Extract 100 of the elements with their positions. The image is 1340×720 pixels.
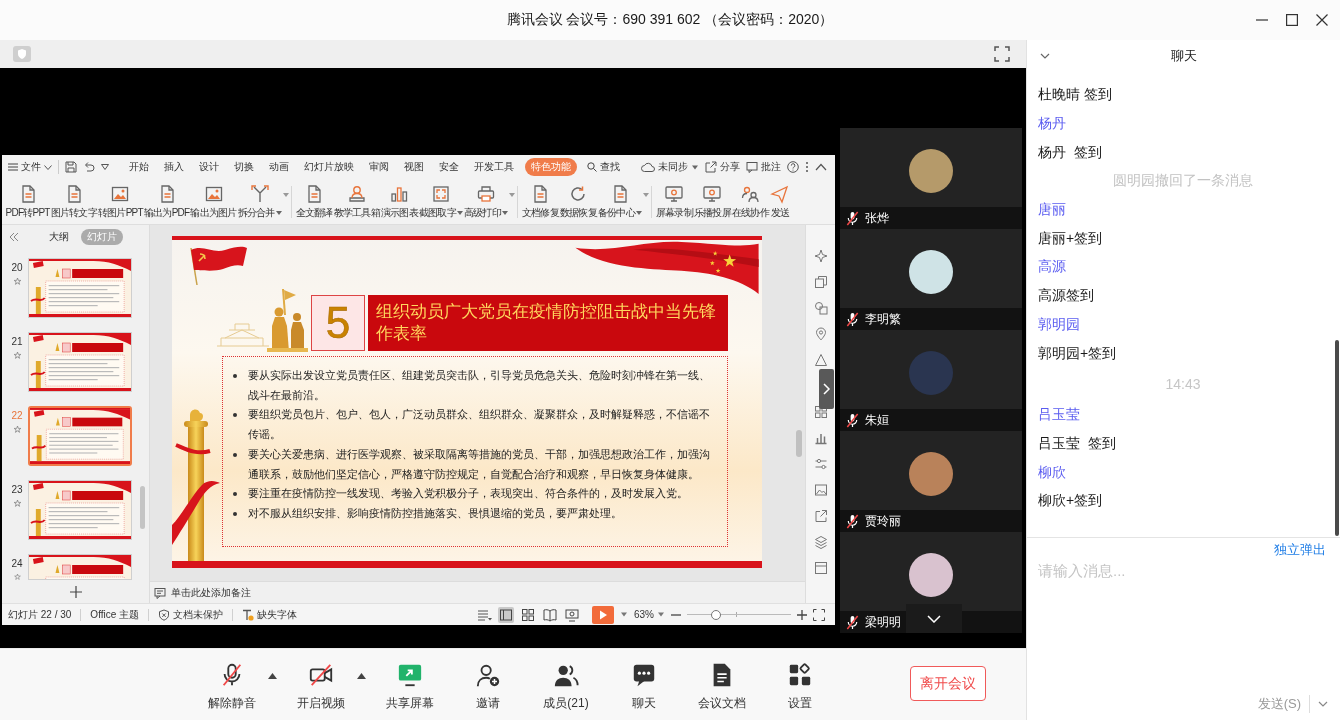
- toolbar-button[interactable]: 解除静音: [198, 649, 266, 712]
- ribbon-button[interactable]: 备份中心: [597, 184, 643, 219]
- slide-thumbnail[interactable]: [28, 332, 132, 392]
- caret-up-icon[interactable]: [815, 161, 827, 173]
- close-icon[interactable]: [1316, 14, 1328, 26]
- toolbar-button[interactable]: 邀请: [454, 649, 522, 712]
- theme-button[interactable]: Office 主题: [90, 607, 140, 622]
- sparkle-icon[interactable]: [813, 249, 828, 263]
- ribbon-button[interactable]: 拆分合并: [237, 184, 283, 219]
- book-view-icon[interactable]: [542, 606, 558, 623]
- caret-up-icon[interactable]: [268, 673, 277, 679]
- ribbon-button[interactable]: 演示图表: [380, 184, 419, 219]
- save-icon[interactable]: [65, 161, 77, 173]
- ribbon-button[interactable]: 乐播投屏: [693, 184, 732, 219]
- collapse-icon[interactable]: [9, 232, 19, 242]
- ribbon-button[interactable]: PDF转PPT: [5, 184, 51, 219]
- scrollbar-thumb[interactable]: [796, 430, 802, 457]
- caret-up-icon[interactable]: [357, 673, 366, 679]
- ribbon-button[interactable]: 屏幕录制: [655, 184, 694, 219]
- grid-view-icon[interactable]: [520, 606, 536, 623]
- toolbar-button[interactable]: 聊天: [610, 649, 678, 712]
- caret-down-icon[interactable]: [620, 612, 628, 617]
- more-icon[interactable]: [805, 161, 809, 173]
- menu-tab[interactable]: 设计: [191, 158, 226, 176]
- protection-button[interactable]: 文档未保护: [158, 607, 224, 622]
- play-icon[interactable]: [592, 605, 614, 624]
- undo-icon[interactable]: [83, 161, 95, 173]
- message-input[interactable]: 请输入消息...: [1027, 559, 1340, 687]
- slide-thumbnail[interactable]: [28, 406, 132, 466]
- triangle-icon[interactable]: [813, 353, 828, 367]
- layers-icon[interactable]: [813, 535, 828, 549]
- bullet-text: 要注重在疫情防控一线发现、考验入党积极分子，表现突出、符合条件的，及时发展入党。: [248, 486, 688, 502]
- ribbon-button[interactable]: 截图取字: [418, 184, 464, 219]
- ribbon-button[interactable]: 转图片PPT: [97, 184, 144, 219]
- normal-view-icon[interactable]: [498, 606, 514, 623]
- add-slide-icon[interactable]: [69, 585, 82, 598]
- menu-tab[interactable]: 插入: [156, 158, 191, 176]
- ribbon-button[interactable]: 高级打印: [463, 184, 509, 219]
- chevron-right-icon[interactable]: [819, 369, 834, 409]
- missing-fonts-button[interactable]: 缺失字体: [242, 607, 298, 622]
- notes-field[interactable]: 单击此处添加备注: [171, 584, 371, 601]
- shapes-icon[interactable]: [813, 301, 828, 315]
- fullscreen-icon[interactable]: [994, 46, 1010, 62]
- location-pin-icon[interactable]: [813, 327, 828, 341]
- menu-tab[interactable]: 动画: [261, 158, 296, 176]
- fit-window-icon[interactable]: [813, 608, 825, 621]
- ribbon-button[interactable]: 发送: [769, 184, 791, 219]
- scrollbar-thumb[interactable]: [1335, 340, 1339, 536]
- zoom-menu-button[interactable]: 63%: [634, 609, 665, 620]
- toolbar-button[interactable]: 会议文档: [688, 649, 756, 712]
- share-button[interactable]: 分享: [705, 158, 740, 176]
- image-icon[interactable]: [813, 483, 828, 497]
- popout-link[interactable]: 独立弹出: [1274, 541, 1326, 559]
- panel-tab[interactable]: 大纲: [43, 229, 75, 245]
- ribbon-button[interactable]: 数据恢复: [559, 184, 598, 219]
- chevron-down-icon[interactable]: [1318, 700, 1328, 707]
- window-icon[interactable]: [813, 561, 828, 575]
- sliders-icon[interactable]: [813, 457, 828, 471]
- ribbon-button[interactable]: 输出为PDF: [143, 184, 190, 219]
- menu-tab[interactable]: 安全: [431, 158, 466, 176]
- menu-tab[interactable]: 审阅: [361, 158, 396, 176]
- scrollbar-thumb[interactable]: [140, 486, 145, 529]
- menu-tab[interactable]: 切换: [226, 158, 261, 176]
- grid-icon[interactable]: [813, 405, 828, 419]
- list-icon[interactable]: [478, 607, 492, 622]
- copy-icon[interactable]: [813, 275, 828, 289]
- slide-thumbnail[interactable]: [28, 480, 132, 540]
- menu-tab[interactable]: 开始: [121, 158, 156, 176]
- chevron-down-icon[interactable]: [1040, 53, 1050, 59]
- menu-tab[interactable]: 视图: [396, 158, 431, 176]
- search-button[interactable]: 查找: [587, 158, 620, 176]
- bar-chart-icon[interactable]: [813, 431, 828, 445]
- ribbon-button[interactable]: 在线协作: [731, 184, 770, 219]
- toolbar-button[interactable]: 共享屏幕: [376, 649, 444, 712]
- toolbar-button[interactable]: 成员(21): [532, 649, 600, 712]
- caret-down-icon[interactable]: [101, 164, 109, 170]
- toolbar-button[interactable]: 开启视频: [287, 649, 355, 712]
- presenter-view-icon[interactable]: [564, 606, 580, 623]
- external-link-icon[interactable]: [813, 509, 828, 523]
- star-icon: [13, 574, 21, 580]
- menu-tab[interactable]: 开发工具: [466, 158, 521, 176]
- file-menu-button[interactable]: 文件: [8, 158, 52, 176]
- font-warning-icon: [242, 608, 255, 621]
- comments-button[interactable]: 批注: [746, 158, 781, 176]
- sync-button[interactable]: 未同步: [641, 158, 699, 176]
- toolbar-button[interactable]: 设置: [766, 649, 834, 712]
- ribbon-button[interactable]: 文档修复: [521, 184, 560, 219]
- menu-tab[interactable]: 幻灯片放映: [296, 158, 361, 176]
- help-icon[interactable]: [787, 161, 799, 173]
- maximize-icon[interactable]: [1286, 14, 1298, 26]
- slider-thumb[interactable]: [711, 609, 722, 620]
- slide-thumbnail[interactable]: [28, 258, 132, 318]
- ribbon-button[interactable]: 输出为图片: [189, 184, 238, 219]
- zoom-in-icon[interactable]: [797, 609, 807, 620]
- slide-thumbnail[interactable]: [28, 554, 132, 580]
- ribbon-button[interactable]: 教学工具箱: [333, 184, 381, 219]
- ribbon-button[interactable]: 全文翻译: [295, 184, 334, 219]
- show-more-button[interactable]: [906, 604, 962, 633]
- ribbon-button[interactable]: 图片转文字: [50, 184, 98, 219]
- leave-meeting-button[interactable]: 离开会议: [910, 666, 986, 701]
